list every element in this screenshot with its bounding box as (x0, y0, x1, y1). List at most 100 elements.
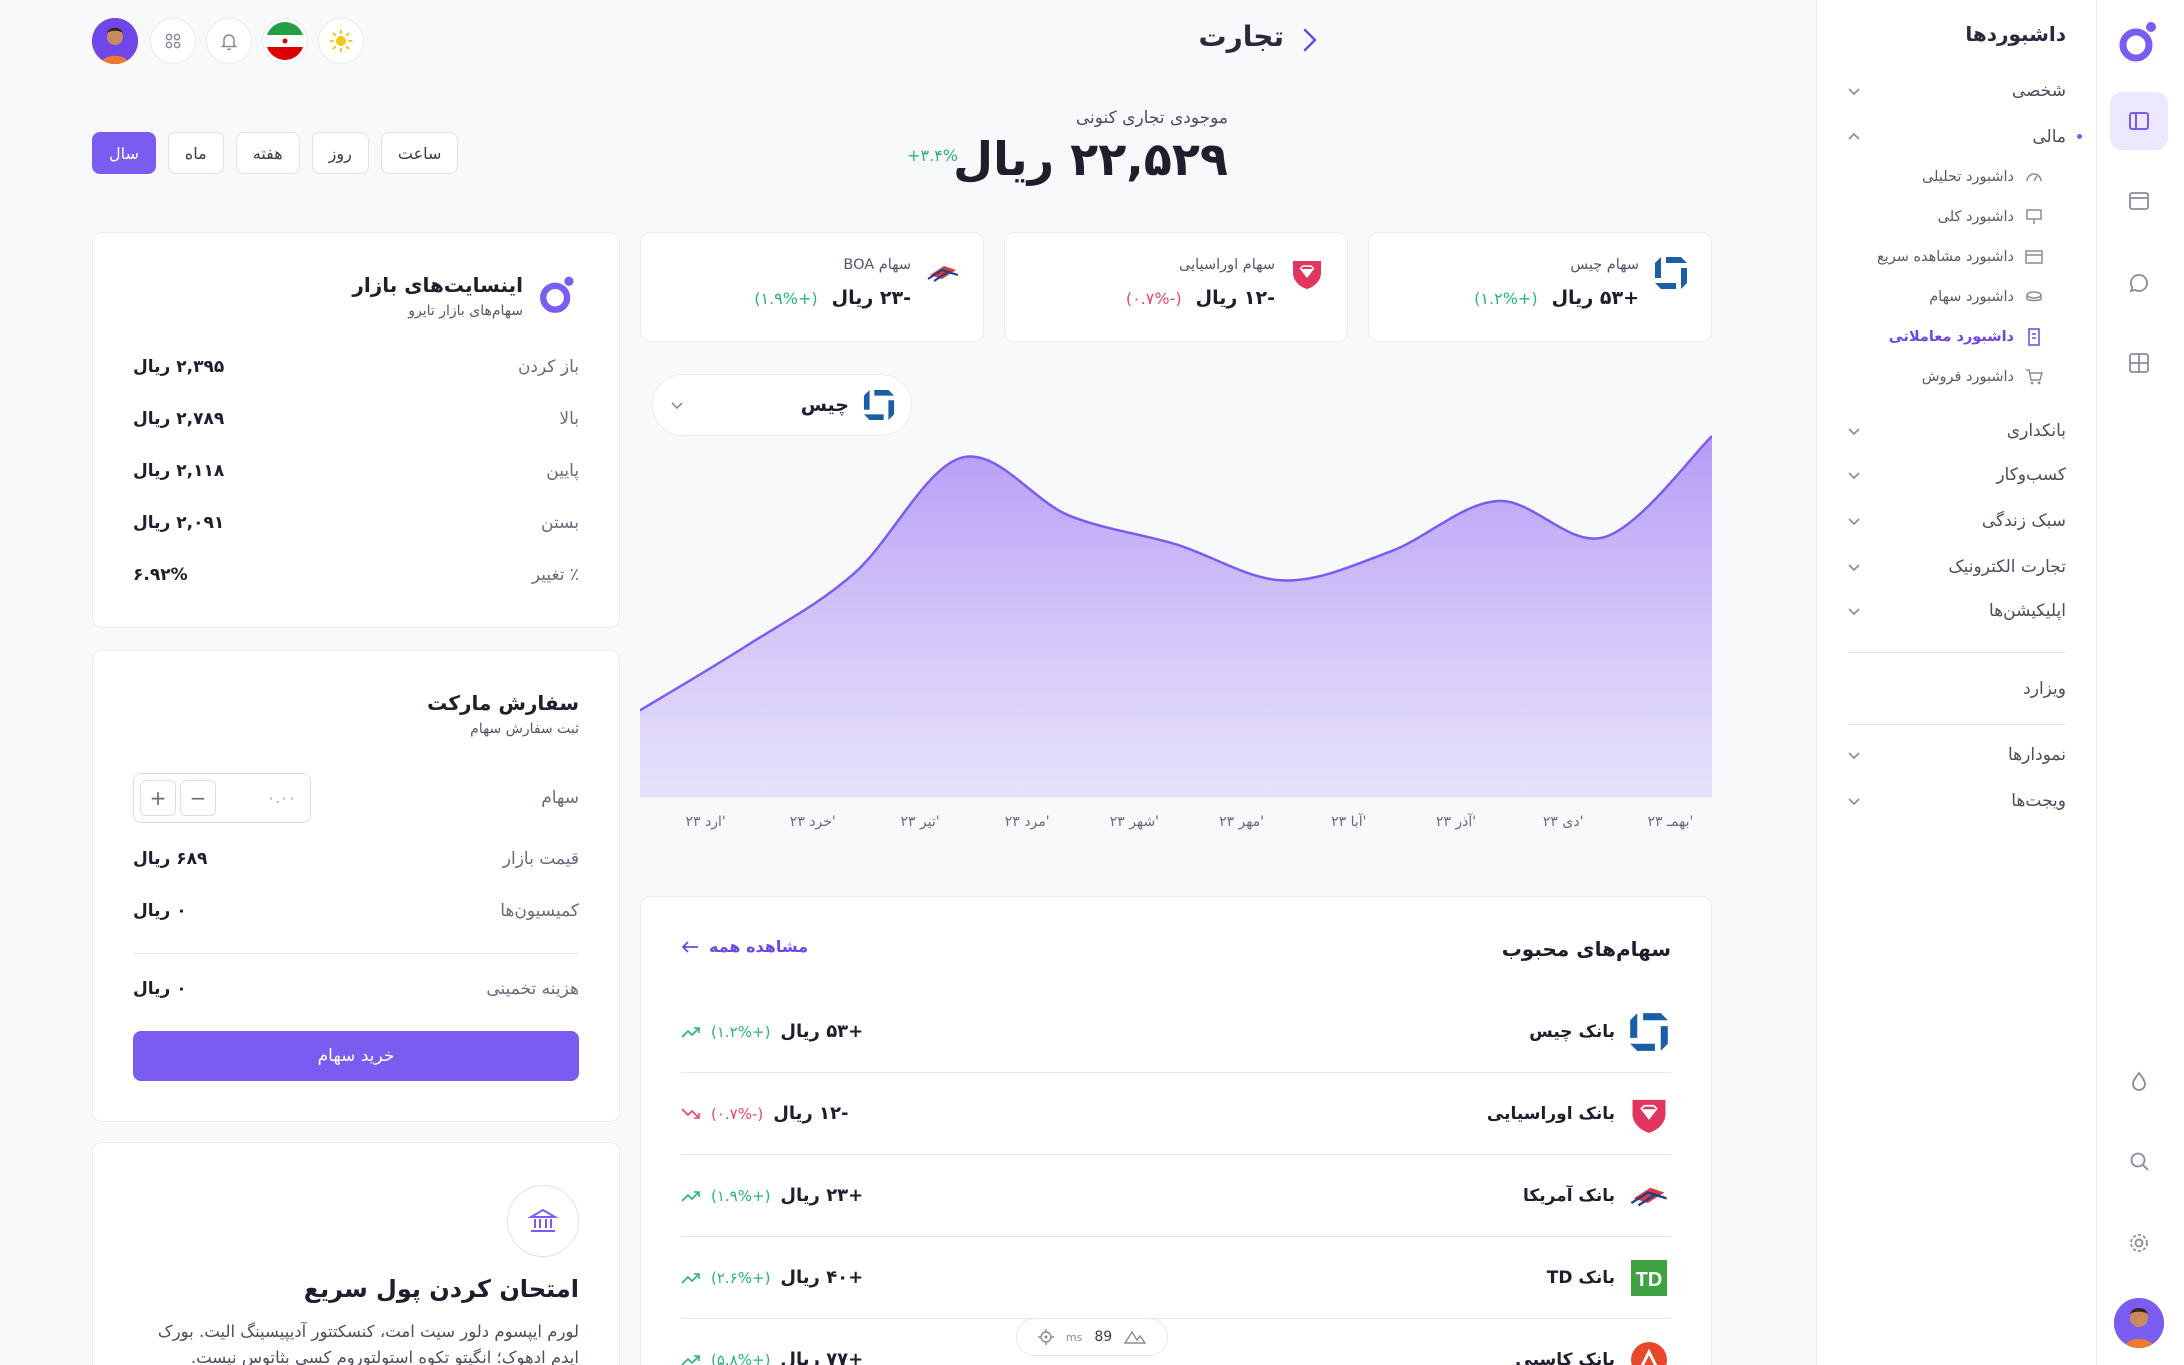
fast-money-card: امتحان کردن پول سریع لورم ایپسوم دلور سی… (92, 1142, 620, 1365)
sidebar-title: داشبوردها (1965, 22, 2066, 46)
sidebar-sub-analytics[interactable]: داشبورد تحلیلی (1844, 164, 2044, 190)
quantity-value[interactable]: ۰.۰۰ (220, 789, 304, 807)
sidebar-sub-label: داشبورد سهام (1929, 289, 2014, 305)
sidebar-item-ecommerce[interactable]: تجارت الکترونیک (1846, 552, 2066, 582)
period-selector: سال ماه هفته روز ساعت (92, 132, 459, 174)
svg-text:TD: TD (1636, 1269, 1663, 1291)
favorite-row-chase[interactable]: بانک چیس +۵۳ ریال (+۱.۲%) (681, 991, 1671, 1073)
insights-row-low: پایین ۲,۱۱۸ ریال (133, 461, 579, 481)
favorite-row-boa[interactable]: بانک آمریکا +۲۳ ریال (+۱.۹%) (681, 1155, 1671, 1237)
rail-chat-icon[interactable] (2110, 254, 2168, 312)
sidebar-sub-trading[interactable]: داشبورد معاملاتی (1844, 324, 2044, 350)
view-all-link[interactable]: مشاهده همه (681, 937, 808, 956)
quantity-stepper[interactable]: + − ۰.۰۰ (133, 773, 311, 823)
sidebar-sub-sales[interactable]: داشبورد فروش (1844, 364, 2044, 390)
chevron-down-icon (1848, 798, 1860, 806)
stock-card-chase[interactable]: سهام چیس +۵۳ ریال (+۱.۲%) (1368, 232, 1712, 342)
stock-card-change: (-۰.۷%) (1125, 289, 1182, 308)
rail-dashboards-icon[interactable] (2110, 92, 2168, 150)
order-market-price-row: قیمت بازار ۶۸۹ ریال (133, 849, 579, 869)
mountain-icon[interactable] (1124, 1330, 1147, 1344)
period-month-button[interactable]: ماه (167, 132, 224, 174)
period-day-button[interactable]: روز (311, 132, 369, 174)
chevron-down-icon (1848, 608, 1860, 616)
plus-button[interactable]: + (140, 780, 176, 816)
sidebar-item-banking[interactable]: بانکداری (1846, 416, 2066, 446)
sidebar-sub-quickview[interactable]: داشبورد مشاهده سریع (1844, 244, 2044, 270)
favorite-change: (-۰.۷%) (711, 1104, 764, 1123)
sidebar-item-label: تجارت الکترونیک (1948, 557, 2066, 577)
sidebar-item-finance[interactable]: مالی (1846, 122, 2066, 152)
insights-subtitle: سهام‌های بازار تایرو (408, 303, 523, 319)
period-hour-button[interactable]: ساعت (380, 132, 459, 174)
sidebar-item-wizard[interactable]: ویزارد (1846, 674, 2066, 704)
stock-card-name: سهام BOA (843, 257, 911, 273)
sidebar-sub-stocks[interactable]: داشبورد سهام (1844, 284, 2044, 310)
stock-card-value: -۲۳ ریال (831, 287, 911, 309)
user-avatar[interactable] (2114, 1298, 2164, 1348)
rail-drop-icon[interactable] (2110, 1052, 2168, 1110)
favorite-row-kaspi[interactable]: بانک کاسپی +۷۷ ریال (+۵.۸%) (681, 1319, 1671, 1365)
rail-search-icon[interactable] (2110, 1132, 2168, 1190)
sidebar-item-lifestyle[interactable]: سبک زندگی (1846, 506, 2066, 536)
insights-row-change: ٪ تغییر ۶.۹۲% (133, 565, 579, 585)
stock-card-name: سهام چیس (1570, 257, 1639, 273)
favorite-change: (+۱.۲%) (711, 1022, 771, 1041)
stock-card-change: (+۱.۲%) (1474, 289, 1538, 308)
period-year-button[interactable]: سال (92, 132, 156, 174)
promo-text: لورم ایپسوم دلور سیت امت، کنسکتتور آدیپی… (157, 1322, 579, 1365)
stock-card-name: سهام اوراسیایی (1179, 257, 1275, 273)
rail-settings-icon[interactable] (2110, 1214, 2168, 1272)
sidebar-item-personal[interactable]: شخصی (1846, 76, 2066, 106)
x-tick-label: آذر ۲۳' (1436, 813, 1476, 830)
sidebar-item-charts[interactable]: نمودارها (1846, 740, 2066, 770)
market-insights-card: اینسایت‌های بازار سهام‌های بازار تایرو ب… (92, 232, 620, 628)
sun-icon[interactable] (318, 18, 364, 64)
bell-icon[interactable] (206, 18, 252, 64)
stock-card-value: +۵۳ ریال (1551, 287, 1639, 309)
balance-change: +۳.۴% (907, 146, 958, 165)
apps-icon[interactable] (150, 18, 196, 64)
header-avatar[interactable] (92, 18, 138, 64)
trend-up-icon (681, 1026, 700, 1038)
buy-stock-button[interactable]: خرید سهام (133, 1031, 579, 1081)
stock-card-eurasian[interactable]: سهام اوراسیایی -۱۲ ریال (-۰.۷%) (1004, 232, 1348, 342)
chevron-down-icon (1848, 88, 1860, 96)
fps-value: 89 (1094, 1329, 1113, 1345)
chart-area-fill (640, 436, 1712, 797)
crosshair-icon[interactable] (1037, 1329, 1054, 1345)
rail-calendar-icon[interactable] (2110, 172, 2168, 230)
sidebar-item-label: مالی (2032, 127, 2066, 147)
window-icon (2025, 250, 2043, 264)
sidebar-sub-label: داشبورد تحلیلی (1921, 169, 2014, 185)
favorite-row-eurasian[interactable]: بانک اوراسیایی -۱۲ ریال (-۰.۷%) (681, 1073, 1671, 1155)
favorite-value: +۷۷ ریال (780, 1349, 864, 1365)
bank-icon (507, 1185, 579, 1257)
gem-logo-icon (1627, 1092, 1671, 1136)
chevron-right-icon[interactable] (1298, 26, 1322, 54)
insights-row-close: بستن ۲,۰۹۱ ریال (133, 513, 579, 533)
sidebar-sub-label: داشبورد کلی (1937, 209, 2014, 225)
x-tick-label: ارد ۲۳' (685, 814, 725, 830)
x-tick-label: خرد ۲۳' (790, 814, 836, 830)
sidebar-item-widgets[interactable]: ویجت‌ها (1846, 786, 2066, 816)
stock-card-boa[interactable]: سهام BOA -۲۳ ریال (+۱.۹%) (640, 232, 984, 342)
active-dot (2077, 134, 2082, 139)
iran-flag-icon[interactable] (262, 18, 308, 64)
td-logo-icon: TD (1627, 1256, 1671, 1300)
insights-logo-icon (540, 276, 574, 313)
app-logo-icon[interactable] (2114, 18, 2162, 66)
sidebar-item-label: ویزارد (2023, 679, 2066, 699)
sidebar-item-apps[interactable]: اپلیکیشن‌ها (1846, 596, 2066, 626)
favorite-value: -۱۲ ریال (773, 1103, 849, 1124)
rail-grid-icon[interactable] (2110, 334, 2168, 392)
boa-logo-icon (923, 253, 963, 293)
chart-stock-select[interactable]: چیس (652, 374, 912, 436)
minus-button[interactable]: − (180, 780, 216, 816)
sidebar-item-business[interactable]: کسب‌وکار (1846, 460, 2066, 490)
sidebar: داشبوردها شخصی مالی داشبورد تحلیلی داشبو… (1816, 0, 2096, 1365)
favorite-value: +۲۳ ریال (780, 1185, 864, 1206)
favorite-row-td[interactable]: TD بانک TD +۴۰ ریال (+۲.۶%) (681, 1237, 1671, 1319)
period-week-button[interactable]: هفته (235, 132, 300, 174)
sidebar-sub-overview[interactable]: داشبورد کلی (1844, 204, 2044, 230)
